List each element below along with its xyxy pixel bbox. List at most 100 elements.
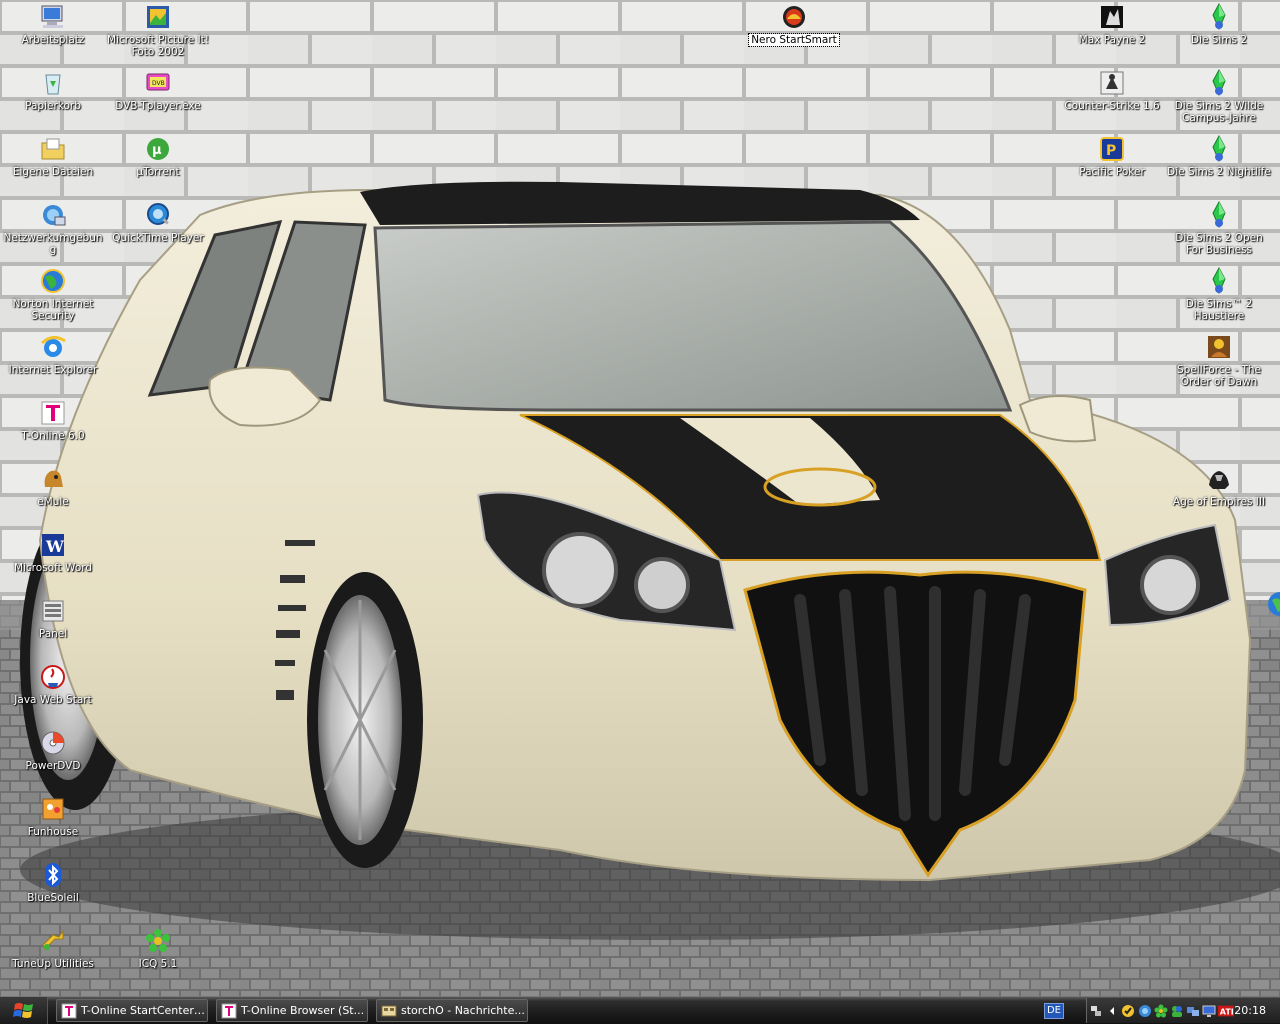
- start-button[interactable]: [0, 997, 48, 1024]
- desktop-icon-right-b-6[interactable]: Age of Empires III: [1166, 464, 1272, 508]
- pacific-poker-icon: P: [1097, 134, 1127, 164]
- icon-label: Die Sims 2 Wilde Campus-Jahre: [1174, 100, 1264, 124]
- icon-label: Eigene Dateien: [12, 166, 94, 178]
- icon-label: ICQ 5.1: [138, 958, 178, 970]
- icon-label: Funhouse: [27, 826, 79, 838]
- desktop-icon-left-14[interactable]: TuneUp Utilities: [0, 926, 106, 970]
- desktop-icon-left-10[interactable]: Java Web Start: [0, 662, 106, 706]
- icon-label: QuickTime Player: [112, 232, 204, 244]
- desktop-icon-left-11[interactable]: PowerDVD: [0, 728, 106, 772]
- desktop-icon-left-8[interactable]: W Microsoft Word: [0, 530, 106, 574]
- icon-label: SpellForce - The Order of Dawn: [1176, 364, 1262, 388]
- task-label: T-Online Browser (St...: [241, 1004, 365, 1017]
- t-online-icon: [38, 398, 68, 428]
- panel-icon: [38, 596, 68, 626]
- icon-label: Internet Explorer: [8, 364, 98, 376]
- task-label: storchO - Nachrichte...: [401, 1004, 525, 1017]
- network-places-icon: [38, 200, 68, 230]
- task-button-storcho-nachrichten[interactable]: storchO - Nachrichte...: [376, 999, 528, 1022]
- sims-icon: [1204, 200, 1234, 230]
- norton-tray-icon[interactable]: [1121, 1003, 1135, 1019]
- icon-label: Papierkorb: [25, 100, 81, 112]
- word-icon: W: [38, 530, 68, 560]
- icon-label: Age of Empires III: [1172, 496, 1266, 508]
- desktop-icon-right-a-1[interactable]: Counter-Strike 1.6: [1059, 68, 1165, 112]
- taskbar: T-Online StartCenter ... T-Online Browse…: [0, 996, 1280, 1024]
- max-payne-icon: [1097, 2, 1127, 32]
- desktop-icon-right-b-3[interactable]: Die Sims 2 Open For Business: [1166, 200, 1272, 256]
- desktop-icon-second-0[interactable]: Microsoft Picture It! Foto 2002: [105, 2, 211, 58]
- desktop-icon-right-b-2[interactable]: Die Sims 2 Nightlife: [1166, 134, 1272, 178]
- java-icon: [38, 662, 68, 692]
- messenger-icon: [381, 1003, 397, 1019]
- spellforce-icon: [1204, 332, 1234, 362]
- age-of-empires-icon: [1204, 464, 1234, 494]
- language-indicator[interactable]: DE: [1044, 1002, 1064, 1019]
- desktop-icon-right-b-4[interactable]: Die Sims™ 2 Haustiere: [1166, 266, 1272, 322]
- monitor-icon[interactable]: [1202, 1003, 1216, 1019]
- system-tray-region: DE ATI 20:18: [1040, 997, 1280, 1024]
- svg-text:P: P: [1106, 143, 1116, 159]
- t-online-icon: [221, 1003, 237, 1019]
- partial-globe-icon[interactable]: [1266, 590, 1280, 618]
- desktop-icon-icq[interactable]: ICQ 5.1: [105, 926, 211, 970]
- desktop-icon-right-b-5[interactable]: SpellForce - The Order of Dawn: [1166, 332, 1272, 388]
- icon-label: BlueSoleil: [27, 892, 79, 904]
- dvb-player-icon: DVB: [143, 68, 173, 98]
- desktop-icon-left-6[interactable]: T-Online 6.0: [0, 398, 106, 442]
- my-documents-icon: [38, 134, 68, 164]
- desktop-icon-right-b-0[interactable]: Die Sims 2: [1166, 2, 1272, 46]
- task-button-t-online-startcenter[interactable]: T-Online StartCenter ...: [56, 999, 208, 1022]
- desktop-icon-right-a-0[interactable]: Max Payne 2: [1059, 2, 1165, 46]
- desktop-icon-left-2[interactable]: Eigene Dateien: [0, 134, 106, 178]
- ati-icon[interactable]: ATI: [1218, 1003, 1235, 1019]
- task-label: T-Online StartCenter ...: [81, 1004, 207, 1017]
- desktop-icon-second-1[interactable]: DVB DVB-Tplayer.exe: [105, 68, 211, 112]
- desktop-icon-left-7[interactable]: eMule: [0, 464, 106, 508]
- t-online-icon: [61, 1003, 77, 1019]
- desktop-icon-right-a-2[interactable]: P Pacific Poker: [1059, 134, 1165, 178]
- show-hidden-icons-chevron-icon[interactable]: [1105, 1003, 1119, 1019]
- network-connection-icon[interactable]: [1089, 1003, 1103, 1019]
- desktop-icon-right-b-1[interactable]: Die Sims 2 Wilde Campus-Jahre: [1166, 68, 1272, 124]
- icon-label: Nero StartSmart: [748, 33, 840, 47]
- svg-text:ATI: ATI: [1220, 1007, 1234, 1016]
- task-button-t-online-browser[interactable]: T-Online Browser (St...: [216, 999, 368, 1022]
- clock[interactable]: 20:18: [1234, 1004, 1266, 1017]
- desktop-icon-left-3[interactable]: Netzwerkumgebung: [0, 200, 106, 256]
- msn-messenger-icon[interactable]: [1170, 1003, 1184, 1019]
- desktop-icon-left-4[interactable]: Norton Internet Security: [0, 266, 106, 322]
- icon-label: µTorrent: [136, 166, 180, 178]
- icq-flower-icon[interactable]: [1154, 1003, 1168, 1019]
- windows-logo-icon: [12, 1002, 33, 1018]
- icon-label: Die Sims™ 2 Haustiere: [1185, 298, 1253, 322]
- sims-icon: [1204, 266, 1234, 296]
- network-status-icon[interactable]: [1186, 1003, 1200, 1019]
- icon-label: eMule: [37, 496, 69, 508]
- svg-text:W: W: [45, 537, 65, 556]
- icon-label: Norton Internet Security: [12, 298, 94, 322]
- desktop-icon-second-2[interactable]: µ µTorrent: [105, 134, 211, 178]
- desktop-icon-left-1[interactable]: Papierkorb: [0, 68, 106, 112]
- desktop-icon-left-9[interactable]: Panel: [0, 596, 106, 640]
- sims-icon: [1204, 134, 1234, 164]
- tuneup-icon: [38, 926, 68, 956]
- desktop-icon-left-0[interactable]: Arbeitsplatz: [0, 2, 106, 46]
- icon-label: DVB-Tplayer.exe: [115, 100, 201, 112]
- recycle-bin-icon: [38, 68, 68, 98]
- icon-label: Max Payne 2: [1078, 34, 1146, 46]
- icon-label: Die Sims 2 Nightlife: [1167, 166, 1271, 178]
- icon-label: Pacific Poker: [1079, 166, 1145, 178]
- desktop[interactable]: Arbeitsplatz Papierkorb Eigene Dateien Netz…: [0, 0, 1280, 996]
- network-places-icon[interactable]: [1137, 1003, 1151, 1019]
- icon-label: Die Sims 2: [1190, 34, 1248, 46]
- icon-label: Die Sims 2 Open For Business: [1175, 232, 1263, 256]
- desktop-icon-left-13[interactable]: BlueSoleil: [0, 860, 106, 904]
- desktop-icon-second-3[interactable]: QuickTime Player: [105, 200, 211, 244]
- desktop-icon-left-5[interactable]: Internet Explorer: [0, 332, 106, 376]
- icon-label: Counter-Strike 1.6: [1064, 100, 1160, 112]
- icon-label: Panel: [38, 628, 68, 640]
- desktop-icon-nero-startsmart[interactable]: Nero StartSmart: [741, 2, 847, 47]
- desktop-icon-left-12[interactable]: Funhouse: [0, 794, 106, 838]
- utorrent-icon: µ: [143, 134, 173, 164]
